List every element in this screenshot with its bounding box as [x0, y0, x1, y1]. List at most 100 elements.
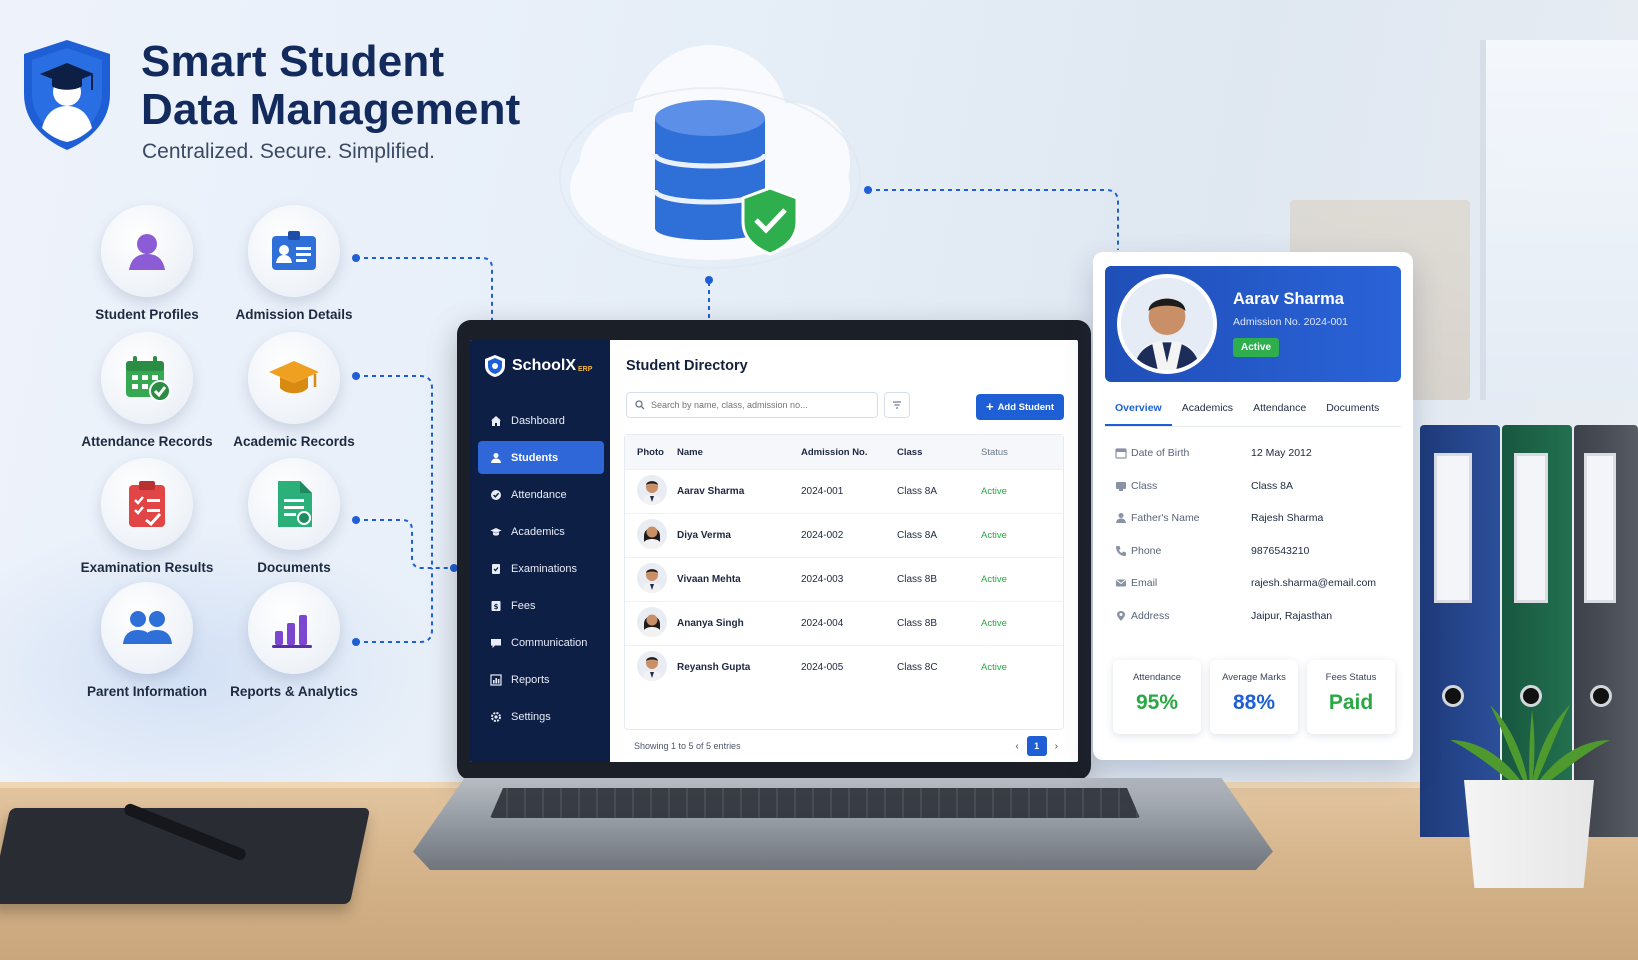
fees-icon: $: [491, 600, 501, 611]
phone-icon: [1116, 545, 1126, 556]
plant-pot: [1464, 780, 1594, 888]
column-header[interactable]: Name: [677, 447, 801, 458]
detail-row: Phone 9876543210: [1105, 535, 1401, 568]
app-window: SchoolX ERP Dashboard Students Attendanc…: [470, 340, 1078, 762]
tab-overview[interactable]: Overview: [1105, 402, 1172, 426]
class-icon: [1116, 481, 1126, 491]
status-badge: Active: [981, 574, 1007, 585]
column-header[interactable]: Class: [897, 447, 981, 458]
student-name[interactable]: Diya Verma: [677, 530, 801, 541]
sidebar-item-label: Dashboard: [511, 414, 565, 427]
stat-label: Average Marks: [1222, 672, 1286, 683]
cap-icon: [490, 527, 502, 536]
detail-value: 9876543210: [1251, 544, 1310, 557]
brand-logo[interactable]: SchoolX ERP: [484, 354, 592, 378]
column-header[interactable]: Admission No.: [801, 447, 897, 458]
table-row[interactable]: Reyansh Gupta 2024-005 Class 8C Active: [625, 645, 1063, 689]
column-header[interactable]: Status: [981, 447, 1051, 458]
sidebar-item-reports[interactable]: Reports: [478, 663, 604, 696]
student-avatar: [637, 475, 667, 505]
table-row[interactable]: Ananya Singh 2024-004 Class 8B Active: [625, 601, 1063, 645]
sidebar-item-label: Communication: [511, 636, 588, 649]
student-class: Class 8C: [897, 662, 938, 673]
student-class: Class 8A: [897, 486, 938, 497]
detail-value: Class 8A: [1251, 479, 1294, 492]
detail-row: Date of Birth 12 May 2012: [1105, 437, 1401, 470]
check-icon: [491, 489, 501, 500]
table-row[interactable]: Aarav Sharma 2024-001 Class 8A Active: [625, 469, 1063, 513]
prev-page-chevron-icon[interactable]: ‹: [1015, 741, 1018, 752]
person-icon: [1116, 513, 1126, 524]
sidebar-item-examinations[interactable]: Examinations: [478, 552, 604, 585]
search-input[interactable]: [651, 400, 871, 410]
sidebar-item-label: Reports: [511, 673, 550, 686]
student-name[interactable]: Vivaan Mehta: [677, 574, 801, 585]
detail-label: Date of Birth: [1131, 447, 1190, 460]
sidebar-item-attendance[interactable]: Attendance: [478, 478, 604, 511]
reports-icon: [490, 673, 502, 686]
profile-photo: [1117, 274, 1217, 374]
home-icon: [491, 415, 501, 426]
next-page-chevron-icon[interactable]: ›: [1055, 741, 1058, 752]
stat-value: 88%: [1232, 691, 1276, 714]
admission-number: 2024-003: [801, 574, 844, 585]
table-row[interactable]: Diya Verma 2024-002 Class 8A Active: [625, 513, 1063, 557]
school-shield-icon: [485, 355, 505, 377]
sidebar: SchoolX ERP Dashboard Students Attendanc…: [470, 340, 610, 762]
exam-icon: [492, 563, 500, 574]
column-header: Photo: [637, 446, 664, 458]
stat-label: Fees Status: [1325, 672, 1377, 683]
sidebar-item-label: Fees: [511, 599, 536, 612]
detail-label: Father's Name: [1131, 512, 1200, 525]
table-footer: Showing 1 to 5 of 5 entries ‹ 1 ›: [624, 736, 1064, 756]
detail-row: Class Class 8A: [1105, 470, 1401, 503]
profile-stats: Attendance 95% Average Marks 88% Fees St…: [1113, 660, 1395, 734]
sidebar-item-settings[interactable]: Settings: [478, 700, 604, 733]
admission-number: 2024-004: [801, 618, 844, 629]
sidebar-item-communication[interactable]: Communication: [478, 626, 604, 659]
search-icon: [635, 400, 645, 410]
sidebar-item-label: Academics: [511, 525, 565, 538]
stat-value: 95%: [1135, 691, 1179, 714]
sidebar-item-label: Settings: [511, 710, 551, 723]
table-header: Photo Name Admission No. Class Status: [625, 435, 1063, 469]
add-student-button[interactable]: + Add Student: [976, 394, 1064, 420]
sidebar-item-label: Examinations: [511, 562, 578, 575]
sidebar-item-fees[interactable]: $ Fees: [478, 589, 604, 622]
status-badge: Active: [981, 662, 1007, 673]
profile-admission-number: Admission No. 2024-001: [1233, 316, 1348, 328]
table-row[interactable]: Vivaan Mehta 2024-003 Class 8B Active: [625, 557, 1063, 601]
filter-button[interactable]: [884, 392, 910, 418]
detail-value[interactable]: rajesh.sharma@email.com: [1251, 577, 1376, 589]
sidebar-item-students[interactable]: Students: [478, 441, 604, 474]
sidebar-item-dashboard[interactable]: Dashboard: [478, 404, 604, 437]
detail-value: Rajesh Sharma: [1251, 512, 1324, 525]
pagination: ‹ 1 ›: [1015, 736, 1064, 756]
plus-icon: +: [985, 399, 994, 414]
sidebar-item-academics[interactable]: Academics: [478, 515, 604, 548]
student-name[interactable]: Aarav Sharma: [677, 486, 801, 497]
tab-documents[interactable]: Documents: [1316, 402, 1389, 426]
student-name[interactable]: Reyansh Gupta: [677, 662, 801, 673]
calendar-icon: [1115, 448, 1127, 459]
status-badge: Active: [1233, 338, 1280, 357]
page-number-button[interactable]: 1: [1026, 736, 1047, 756]
tab-academics[interactable]: Academics: [1172, 402, 1243, 426]
student-name[interactable]: Ananya Singh: [677, 618, 801, 629]
user-icon: [491, 452, 501, 463]
stat-attendance: Attendance 95%: [1113, 660, 1201, 734]
student-table: Photo Name Admission No. Class Status Aa…: [624, 434, 1064, 730]
detail-row: Email rajesh.sharma@email.com: [1105, 567, 1401, 600]
student-avatar: [637, 607, 667, 637]
student-avatar: [637, 519, 667, 549]
tab-attendance[interactable]: Attendance: [1243, 402, 1316, 426]
search-box[interactable]: [626, 392, 878, 418]
directory-title: Student Directory: [626, 358, 748, 374]
admission-number: 2024-001: [801, 486, 844, 497]
status-badge: Active: [981, 530, 1007, 541]
profile-name: Aarav Sharma: [1233, 290, 1344, 308]
stat-label: Attendance: [1132, 672, 1182, 683]
admission-number: 2024-002: [801, 530, 844, 541]
student-avatar: [637, 651, 667, 681]
mail-icon: [1116, 579, 1126, 587]
